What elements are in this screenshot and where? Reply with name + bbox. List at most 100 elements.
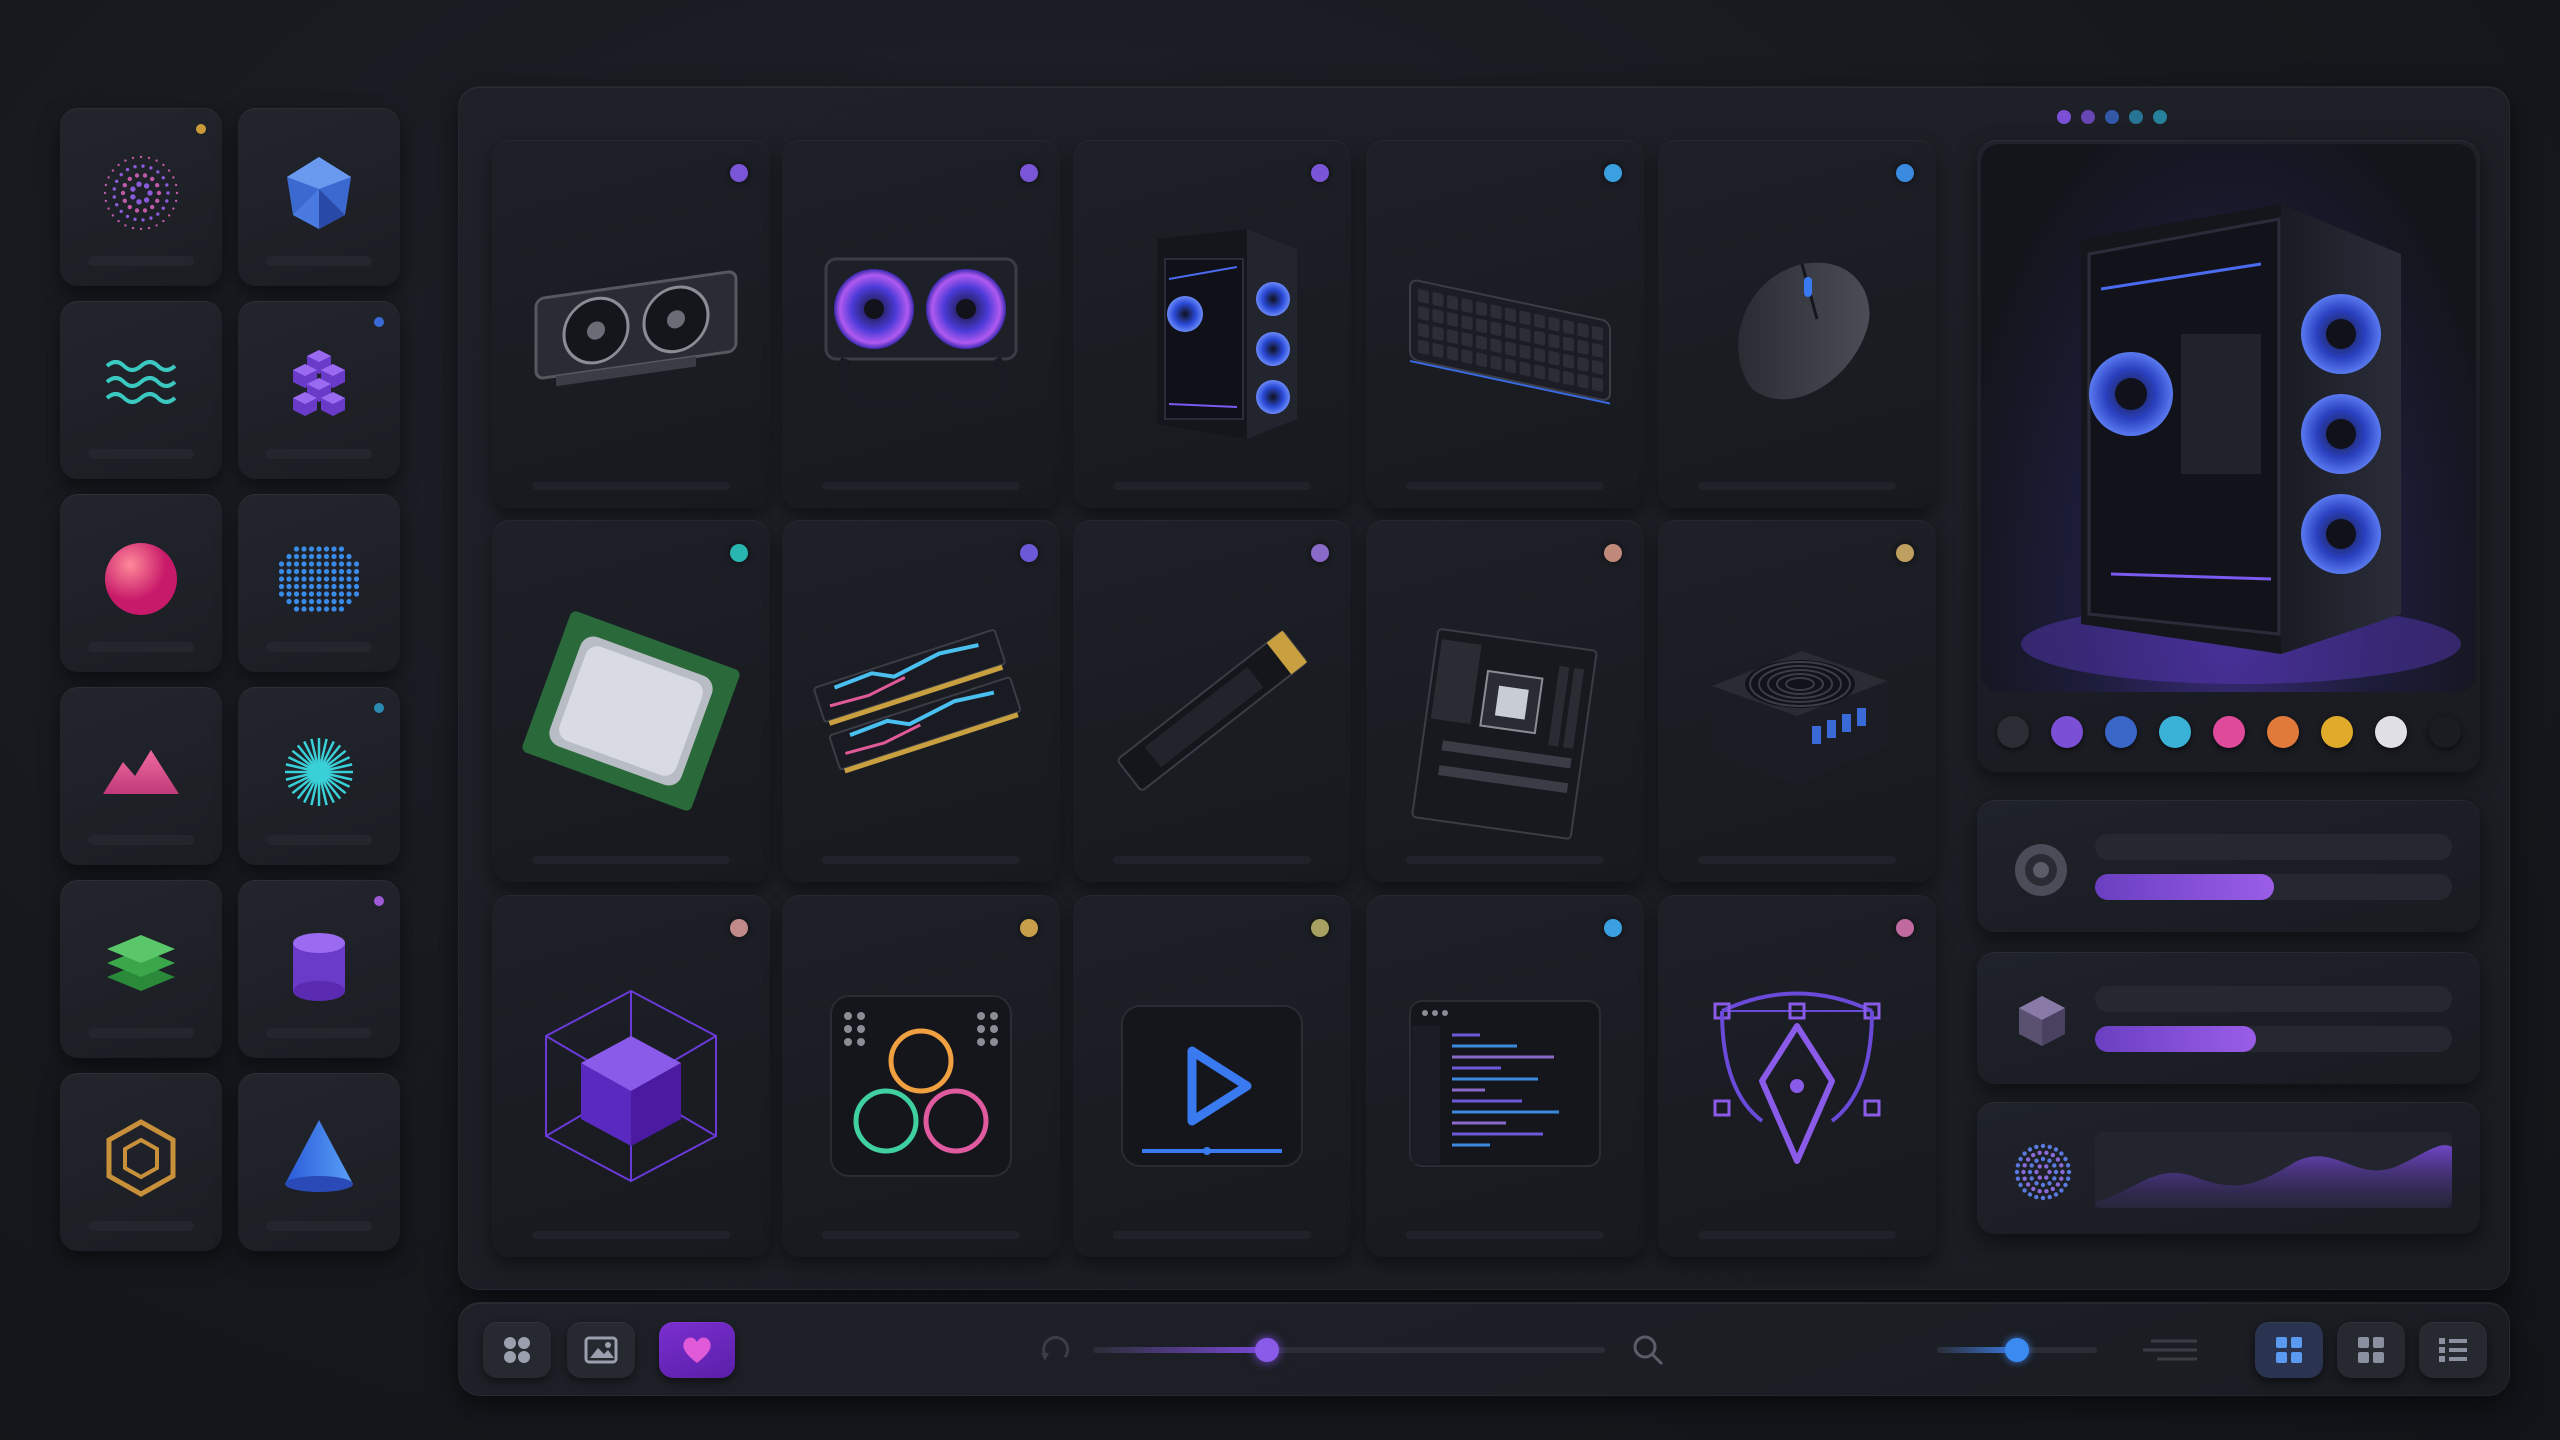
preview-image [1981, 144, 2476, 692]
status-dot [730, 919, 748, 937]
card-label-placeholder [532, 1231, 730, 1239]
product-card-code-editor-app[interactable] [1366, 895, 1644, 1257]
view-grid-large-button[interactable] [2255, 1322, 2323, 1378]
view-list-button[interactable] [2419, 1322, 2487, 1378]
stat-progress-bar [2095, 874, 2452, 900]
status-dot [374, 703, 384, 713]
color-swatch[interactable] [2051, 716, 2083, 748]
status-dot [1311, 919, 1329, 937]
zoom-slider[interactable] [1093, 1338, 1605, 1362]
product-card-graphics-card[interactable] [492, 140, 770, 508]
color-swatch[interactable] [2105, 716, 2137, 748]
product-card-ram[interactable] [782, 520, 1060, 882]
ssd-image [1097, 580, 1327, 842]
card-label-placeholder [822, 482, 1020, 490]
liquid-cooler-image [806, 200, 1036, 468]
product-card-mouse[interactable] [1658, 140, 1936, 508]
product-card-motherboard[interactable] [1366, 520, 1644, 882]
cube-icon [2019, 996, 2065, 1046]
rotate-icon[interactable] [1039, 1335, 1073, 1365]
keyboard-image [1390, 200, 1620, 468]
view-grid-small-button[interactable] [2337, 1322, 2405, 1378]
status-dot [1311, 164, 1329, 182]
list-lines-icon[interactable] [2139, 1335, 2199, 1365]
size-slider[interactable] [1937, 1338, 2097, 1362]
sidebar-tile-starburst[interactable] [238, 687, 400, 865]
sidebar-tile-cylinder[interactable] [238, 880, 400, 1058]
color-swatch[interactable] [2321, 716, 2353, 748]
apps-grid-button[interactable] [483, 1322, 551, 1378]
product-card-liquid-cooler[interactable] [782, 140, 1060, 508]
product-card-power-supply[interactable] [1658, 520, 1936, 882]
zoom-slider-knob[interactable] [1255, 1338, 1280, 1362]
layers-icon [107, 935, 175, 991]
page-dot[interactable] [2081, 110, 2095, 124]
size-slider-knob[interactable] [2005, 1338, 2029, 1362]
card-label-placeholder [532, 856, 730, 864]
product-card-cpu[interactable] [492, 520, 770, 882]
cpu-image [516, 580, 746, 842]
product-card-color-grading-app[interactable] [782, 895, 1060, 1257]
favorites-button[interactable] [659, 1322, 735, 1378]
stat-bar-placeholder [2095, 986, 2452, 1012]
card-label-placeholder [1698, 1231, 1896, 1239]
product-card-ssd[interactable] [1073, 520, 1351, 882]
sidebar-tile-hex-cube[interactable] [60, 1073, 222, 1251]
card-label-placeholder [1406, 1231, 1604, 1239]
3d-cube-app-image [516, 955, 746, 1217]
color-swatch[interactable] [2267, 716, 2299, 748]
sidebar-tile-sphere[interactable] [60, 494, 222, 672]
sidebar-tile-dot-sphere[interactable] [238, 494, 400, 672]
product-card-vector-pen-app[interactable] [1658, 895, 1936, 1257]
sidebar-tile-gem[interactable] [238, 108, 400, 286]
color-swatch[interactable] [2375, 716, 2407, 748]
heart-icon [683, 1337, 711, 1363]
power-supply-image [1682, 580, 1912, 842]
motherboard-image [1390, 580, 1620, 842]
mountains-icon [103, 750, 179, 794]
status-dot [374, 317, 384, 327]
color-swatch[interactable] [2159, 716, 2191, 748]
search-icon[interactable] [1631, 1333, 1665, 1367]
stat-card-2[interactable] [1977, 952, 2480, 1084]
sidebar-tile-particle-burst[interactable] [60, 108, 222, 286]
card-label-placeholder [1698, 856, 1896, 864]
status-dot [1020, 164, 1038, 182]
product-card-video-player-app[interactable] [1073, 895, 1351, 1257]
area-sparkline [2095, 1132, 2452, 1208]
particle-burst-icon [103, 155, 179, 231]
tile-caption-placeholder [266, 1221, 372, 1231]
color-swatch[interactable] [2429, 716, 2461, 748]
tile-caption-placeholder [266, 449, 372, 459]
stat-card-1[interactable] [1977, 800, 2480, 932]
zoom-slider-fill [1093, 1347, 1268, 1353]
page-dot[interactable] [2057, 110, 2071, 124]
page-dot[interactable] [2153, 110, 2167, 124]
tile-caption-placeholder [88, 835, 194, 845]
gallery-button[interactable] [567, 1322, 635, 1378]
sidebar-tile-mountains[interactable] [60, 687, 222, 865]
grid-large-icon [2276, 1337, 2302, 1363]
color-swatch[interactable] [1997, 716, 2029, 748]
card-label-placeholder [1113, 1231, 1311, 1239]
starburst-icon [285, 738, 353, 806]
preview-card[interactable] [1977, 140, 2480, 772]
color-swatch[interactable] [2213, 716, 2245, 748]
graphics-card-image [516, 200, 746, 468]
dot-sphere-icon [279, 546, 359, 612]
product-card-keyboard[interactable] [1366, 140, 1644, 508]
stat-bar-placeholder [2095, 834, 2452, 860]
sidebar-tile-cone[interactable] [238, 1073, 400, 1251]
stat-card-3[interactable] [1977, 1102, 2480, 1234]
sidebar-tile-cubes[interactable] [238, 301, 400, 479]
tile-caption-placeholder [88, 642, 194, 652]
status-dot [1020, 544, 1038, 562]
page-dot[interactable] [2105, 110, 2119, 124]
product-card-pc-case[interactable] [1073, 140, 1351, 508]
stat-progress-bar [2095, 1026, 2452, 1052]
status-dot [374, 896, 384, 906]
page-dot[interactable] [2129, 110, 2143, 124]
sidebar-tile-waves[interactable] [60, 301, 222, 479]
sidebar-tile-layers[interactable] [60, 880, 222, 1058]
product-card-3d-cube-app[interactable] [492, 895, 770, 1257]
